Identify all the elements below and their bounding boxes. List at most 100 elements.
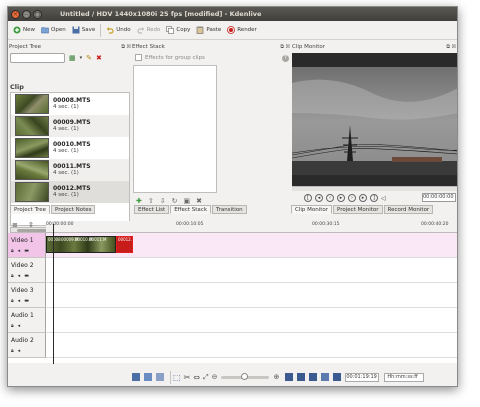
timecode-format-select[interactable]: Hh:mm:ss:ff — [384, 372, 425, 382]
add-clip-icon[interactable]: ▦ — [69, 54, 76, 62]
overwrite-mode-icon[interactable] — [321, 373, 330, 381]
effect-list-box[interactable] — [133, 65, 217, 193]
track-lane-video1[interactable]: 00008 00009.M 00010.M 00011.M 00012.M — [46, 233, 457, 258]
track-lane-video3[interactable] — [46, 283, 457, 308]
timeline-clip-group[interactable]: 00008 00009.M 00010.M 00011.M — [46, 236, 116, 253]
tab-project-notes[interactable]: Project Notes — [51, 205, 96, 214]
insert-mode-icon[interactable] — [333, 373, 342, 381]
track-header-video1[interactable]: Video 1 🔒︎ ◂ ▬ — [8, 233, 46, 258]
tab-record-monitor[interactable]: Record Monitor — [383, 205, 434, 214]
tab-effect-list[interactable]: Effect List — [134, 205, 170, 214]
timeline-playhead[interactable] — [53, 224, 54, 364]
lock-icon[interactable]: 🔒︎ — [11, 248, 14, 254]
zoom-slider-knob[interactable] — [241, 372, 249, 380]
undo-button[interactable]: Undo — [103, 23, 133, 38]
track-header-video2[interactable]: Video 2 🔒︎ ◂ ▬ — [8, 258, 46, 283]
audio-mute-icon[interactable]: ◂ — [18, 298, 21, 304]
add-effect-icon[interactable]: ✚ — [136, 197, 142, 205]
maximize-window-button[interactable]: □ — [33, 9, 42, 19]
redo-button[interactable]: Redo — [134, 23, 164, 38]
clip-item[interactable]: 00010.MTS 4 sec. (1) — [11, 137, 129, 159]
delete-clip-icon[interactable]: ✖ — [96, 54, 102, 62]
reset-icon[interactable]: ↻ — [172, 197, 178, 205]
group-effects-checkbox[interactable]: Effects for group clips — [135, 54, 205, 61]
zoom-in-icon[interactable]: ⊕ — [273, 373, 279, 381]
snap-icon[interactable] — [297, 373, 306, 381]
normal-mode-icon[interactable] — [309, 373, 318, 381]
show-markers-icon[interactable] — [156, 373, 164, 381]
forward-icon[interactable]: ▸ — [359, 194, 367, 202]
audio-mute-icon[interactable]: ◂ — [18, 348, 21, 354]
timeline-ruler[interactable]: 00:00:00:00 00:00:10:05 00:00:30:15 00:0… — [46, 221, 457, 233]
edit-clip-icon[interactable]: ✎ — [86, 54, 92, 62]
track-lane-video2[interactable] — [46, 258, 457, 283]
new-button[interactable]: New — [10, 23, 38, 38]
project-search-input[interactable] — [10, 53, 65, 63]
tab-effect-stack[interactable]: Effect Stack — [170, 205, 212, 214]
video-hide-icon[interactable]: ▬ — [24, 273, 29, 279]
selection-tool-icon[interactable]: ⬚ — [173, 373, 181, 382]
timeline-menu-icon[interactable]: ≡ — [12, 221, 18, 229]
dock-float-close-icon[interactable]: ⧉ ☒ — [121, 43, 131, 51]
audio-mute-icon[interactable]: ◂ — [18, 273, 21, 279]
clip-item[interactable]: 00012.MTS 4 sec. (1) — [11, 181, 129, 203]
volume-icon[interactable]: ◁ — [381, 195, 386, 202]
render-button[interactable]: Render — [224, 23, 260, 38]
tab-project-monitor[interactable]: Project Monitor — [333, 205, 383, 214]
move-up-icon[interactable]: ⇧ — [148, 197, 154, 205]
tab-transition[interactable]: Transition — [212, 205, 247, 214]
dock-float-close-icon[interactable]: ⧉ ☒ — [446, 43, 456, 51]
razor-tool-icon[interactable]: ✂ — [184, 373, 191, 382]
tab-project-tree[interactable]: Project Tree — [10, 205, 51, 214]
minimize-window-button[interactable]: – — [22, 9, 31, 19]
video-hide-icon[interactable]: ▬ — [24, 248, 29, 254]
track-lane-audio1[interactable] — [46, 308, 457, 333]
track-header-audio1[interactable]: Audio 1 🔒︎ ◂ — [8, 308, 46, 333]
video-thumbnails-icon[interactable] — [132, 373, 140, 381]
move-down-icon[interactable]: ⇩ — [160, 197, 166, 205]
audio-mute-icon[interactable]: ◂ — [18, 323, 21, 329]
zoom-slider[interactable] — [221, 372, 270, 380]
clip-item[interactable]: 00011.MTS 4 sec. (1) — [11, 159, 129, 181]
close-window-button[interactable]: × — [11, 9, 20, 19]
clip-monitor-timecode[interactable]: 00:00:00:00 — [422, 193, 456, 202]
spacer-tool-icon[interactable]: ⇔ — [193, 373, 200, 382]
zoom-out-icon[interactable]: ⊖ — [212, 373, 218, 381]
fit-zoom-icon[interactable]: ⤢ — [203, 373, 209, 382]
dropdown-icon[interactable]: ▾ — [80, 55, 83, 61]
checkbox-box[interactable] — [135, 54, 142, 61]
clip-monitor-video[interactable] — [292, 53, 457, 186]
play-icon[interactable]: ▸ — [337, 194, 345, 202]
copy-button[interactable]: Copy — [163, 23, 193, 38]
save-button[interactable]: Save — [69, 23, 99, 38]
lock-icon[interactable]: 🔒︎ — [11, 273, 14, 279]
group-effects-label: Effects for group clips — [145, 54, 205, 61]
track-lane-audio2[interactable] — [46, 333, 457, 358]
step-forward-icon[interactable]: › — [348, 194, 356, 202]
rewind-icon[interactable]: ◂ — [315, 194, 323, 202]
timeline-clip-selected[interactable]: 00012.M — [116, 236, 133, 253]
open-button[interactable]: Open — [38, 23, 69, 38]
dock-float-close-icon[interactable]: ⧉ ☒ — [280, 43, 290, 51]
track-settings-icon[interactable]: ⇳ — [28, 221, 34, 229]
save-effect-icon[interactable]: ▣ — [184, 197, 191, 205]
clip-item[interactable]: 00008.MTS 4 sec. (1) — [11, 93, 129, 115]
set-zone-start-icon[interactable]: [ — [304, 194, 312, 202]
paste-button[interactable]: Paste — [193, 23, 224, 38]
clip-item[interactable]: 00009.MTS 4 sec. (1) — [11, 115, 129, 137]
audio-mute-icon[interactable]: ◂ — [18, 248, 21, 254]
lock-icon[interactable]: 🔒︎ — [11, 298, 14, 304]
clip-monitor-ruler[interactable] — [292, 186, 457, 191]
step-back-icon[interactable]: ‹ — [326, 194, 334, 202]
lock-icon[interactable]: 🔒︎ — [11, 348, 14, 354]
set-zone-end-icon[interactable]: ] — [370, 194, 378, 202]
track-header-video3[interactable]: Video 3 🔒︎ ◂ ▬ — [8, 283, 46, 308]
track-header-audio2[interactable]: Audio 2 🔒︎ ◂ — [8, 333, 46, 358]
video-hide-icon[interactable]: ▬ — [24, 298, 29, 304]
split-audio-icon[interactable] — [285, 373, 294, 381]
lock-icon[interactable]: 🔒︎ — [11, 323, 14, 329]
audio-thumbnails-icon[interactable] — [144, 373, 152, 381]
delete-effect-icon[interactable]: ✖ — [196, 197, 202, 205]
tab-clip-monitor[interactable]: Clip Monitor — [291, 205, 333, 214]
help-icon[interactable]: ? — [282, 55, 289, 62]
